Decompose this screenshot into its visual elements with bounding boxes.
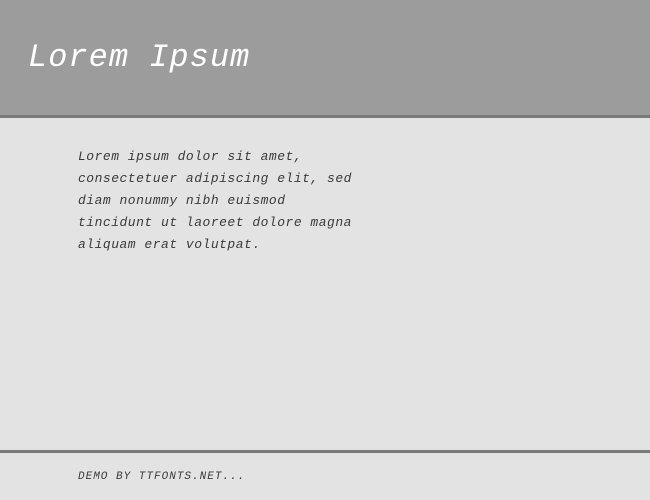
page-title: Lorem Ipsum (28, 39, 250, 76)
footer-bar: DEMO BY TTFONTS.NET... (0, 450, 650, 500)
footer-credit: DEMO BY TTFONTS.NET... (78, 471, 245, 483)
content-area: Lorem ipsum dolor sit amet, consectetuer… (0, 118, 650, 450)
body-paragraph: Lorem ipsum dolor sit amet, consectetuer… (78, 146, 358, 256)
header-banner: Lorem Ipsum (0, 0, 650, 118)
